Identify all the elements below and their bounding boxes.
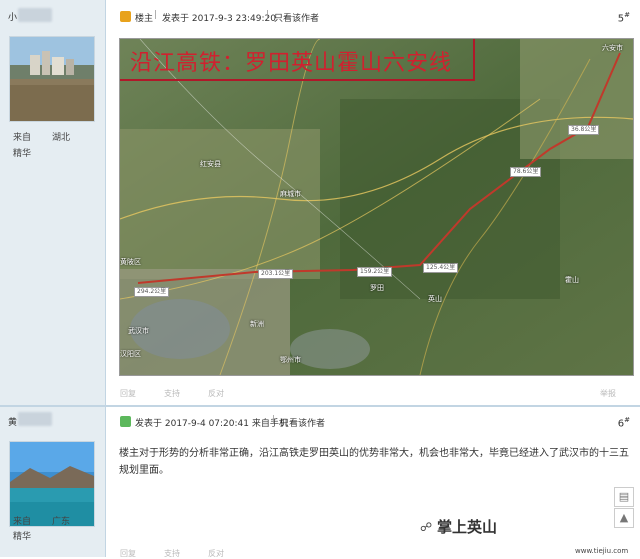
digest-badge: 精华 [13,149,32,159]
author-only-link[interactable]: 只看该作者 [280,416,325,429]
blurred-username [18,8,52,22]
post-content-area: 发表于 2017-9-4 07:20:41 来自手机 | 只看该作者 6# 楼主… [106,0,640,559]
blurred-username [18,412,52,426]
wechat-icon: ☍ [420,520,433,534]
scroll-top-icon[interactable]: ▲ [614,508,634,528]
post-timestamp: 发表于 2017-9-4 07:20:41 来自手机 [135,419,288,429]
author-username[interactable]: 黄 [8,415,17,428]
floor-number[interactable]: 6# [618,416,630,429]
support-button[interactable]: 支持 [164,548,180,559]
location-value: 广东 [52,517,71,527]
post-body-text: 楼主对于形势的分析非常正确，沿江高铁走罗田英山的优势非常大，机会也非常大，毕竟已… [119,448,629,476]
author-sidebar: 小 来自 湖北 精华 黄 来自 广东 精华 [0,0,106,557]
separator: | [272,415,276,425]
author-block: 黄 来自 广东 精华 [0,407,105,557]
location-label: 来自 [13,517,32,527]
post-header: 发表于 2017-9-4 07:20:41 来自手机 | 只看该作者 6# [106,412,640,436]
location-value: 湖北 [52,133,71,143]
location-label: 来自 [13,133,32,143]
reply-button[interactable]: 回复 [120,548,136,559]
avatar-image [10,37,94,121]
digest-badge: 精华 [13,532,32,542]
watermark-site: www.tiejiu.com [575,547,629,555]
author-username[interactable]: 小 [8,10,17,23]
mobile-post-icon [120,416,131,427]
avatar[interactable] [9,36,95,122]
oppose-button[interactable]: 反对 [208,548,224,559]
author-block: 小 来自 湖北 精华 [0,0,105,405]
watermark-brand: 掌上英山 [437,518,498,536]
comment-icon[interactable]: ▤ [614,487,634,507]
floor-suffix: # [624,416,630,424]
